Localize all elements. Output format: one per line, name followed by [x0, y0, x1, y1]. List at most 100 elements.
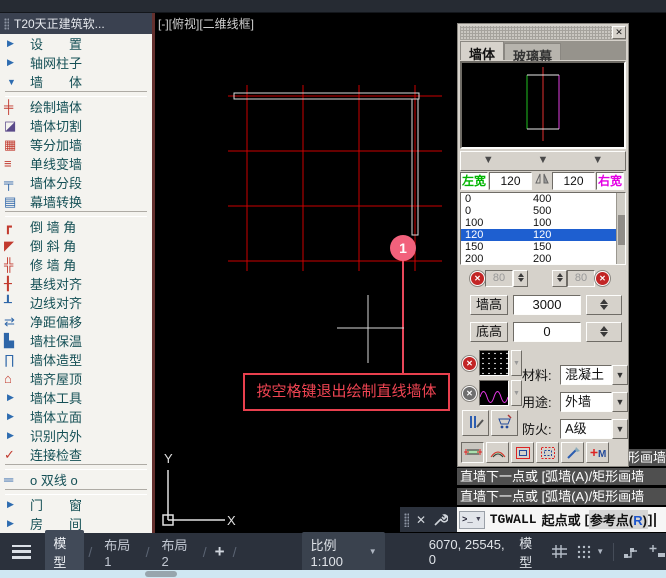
hatch-dropdown-icon[interactable]: ▼ [511, 350, 522, 377]
usage-dropdown-icon[interactable]: ▼ [612, 391, 628, 412]
dynamic-ucs-icon[interactable] [623, 544, 640, 559]
tab-wall[interactable]: 墙体 [460, 40, 505, 62]
material-dropdown-icon[interactable]: ▼ [612, 364, 628, 385]
close-icon[interactable]: ✕ [416, 513, 426, 527]
wall-style-button[interactable] [462, 410, 489, 437]
sidebar-item-label: 墙 体 [30, 75, 83, 90]
left-spin-value[interactable]: 80 [485, 270, 513, 288]
material-select[interactable]: 混凝土 [560, 364, 612, 385]
sidebar-item-wall-segment[interactable]: ╤ 墙体分段 [0, 173, 152, 192]
match-properties-button[interactable] [561, 441, 584, 463]
width-row[interactable]: 120 120 [461, 229, 625, 242]
center-align-dropdown-icon[interactable]: ▼ [538, 155, 549, 166]
pick-style-button[interactable] [491, 410, 518, 437]
customize-wrench-icon[interactable] [433, 512, 449, 527]
insulation-pattern-preview[interactable] [479, 380, 509, 407]
sidebar-item-wall-shape[interactable]: ∏ 墙体造型 [0, 350, 152, 369]
left-align-dropdown-icon[interactable]: ▼ [483, 155, 494, 166]
width-row[interactable]: 100 100 [461, 217, 625, 229]
base-height-spinner[interactable] [586, 321, 622, 342]
wall-height-spinner[interactable] [586, 294, 622, 315]
mirror-icon[interactable] [533, 172, 551, 190]
rect-wall-button[interactable] [511, 441, 534, 463]
sidebar-item-draw-wall[interactable]: ╪ 绘制墙体 [0, 97, 152, 116]
width-row[interactable]: 150 150 [461, 241, 625, 253]
chevron-down-icon[interactable]: ▼ [596, 547, 604, 556]
sidebar-title: T20天正建筑软... [14, 17, 105, 31]
sidebar-item-fix-corner[interactable]: ╬ 修 墙 角 [0, 255, 152, 274]
close-button[interactable]: ✕ [612, 26, 626, 39]
chevron-right-icon: ▶ [7, 38, 14, 48]
sidebar-item-curtain-convert[interactable]: ▤ 幕墙转换 [0, 192, 152, 211]
dynamic-input-icon[interactable] [649, 544, 666, 559]
scrollbar-thumb[interactable] [618, 215, 625, 246]
sidebar-item-edge-align[interactable]: ┸ 边线对齐 [0, 293, 152, 312]
sidebar-item-wall-elevation[interactable]: ▶ 墙体立面 [0, 407, 152, 426]
sidebar-title-bar[interactable]: T20天正建筑软... [0, 13, 152, 34]
step-marker[interactable]: 1 [390, 235, 416, 261]
sidebar-item-connection-check[interactable]: ✓ 连接检查 [0, 445, 152, 464]
width-row[interactable]: 0 400 [461, 193, 625, 205]
delete-left-width-icon[interactable]: ✕ [470, 271, 485, 287]
sidebar-item-wall-to-roof[interactable]: ⌂ 墙齐屋顶 [0, 369, 152, 388]
sidebar-item-wall[interactable]: ▼ 墙 体 [0, 72, 152, 91]
right-align-dropdown-icon[interactable]: ▼ [592, 155, 603, 166]
model-space-toggle[interactable]: 模型 [519, 533, 542, 571]
sidebar-item-wall-tools[interactable]: ▶ 墙体工具 [0, 388, 152, 407]
command-input[interactable]: >_ ▼ TGWALL 起点或 [ 参考点(R) ] [457, 507, 666, 532]
sidebar-item-clear-offset[interactable]: ⇄ 净距偏移 [0, 312, 152, 331]
width-row[interactable]: 0 500 [461, 205, 625, 217]
menu-hamburger-icon[interactable] [12, 544, 32, 559]
fire-rating-dropdown-icon[interactable]: ▼ [612, 418, 628, 439]
sidebar-item-baseline-align[interactable]: ╂ 基线对齐 [0, 274, 152, 293]
grid-display-icon[interactable] [551, 544, 568, 559]
right-spin-value[interactable]: 80 [567, 270, 595, 288]
clear-insulation-icon[interactable]: ✕ [462, 385, 477, 401]
tab-model[interactable]: 模型 [45, 529, 85, 574]
base-height-input[interactable]: 0 [513, 321, 581, 342]
rect-wall-alt-button[interactable] [536, 441, 559, 463]
new-layout-button[interactable]: + [211, 542, 229, 562]
straight-wall-button[interactable] [461, 441, 484, 463]
insulation-dropdown-icon[interactable]: ▼ [511, 380, 522, 407]
left-width-spinner[interactable] [513, 270, 528, 288]
ucs-y-label: Y [164, 451, 173, 466]
clear-hatch-icon[interactable]: ✕ [462, 355, 477, 371]
sidebar-item-door-window[interactable]: ▶ 门 窗 [0, 495, 152, 514]
right-width-cell: 150 [533, 241, 552, 254]
scale-control[interactable]: 比例 1:100 ▼ [302, 531, 385, 572]
grip-handle-icon[interactable] [404, 512, 409, 527]
panel-title-bar[interactable]: ✕ [460, 26, 626, 40]
width-row[interactable]: 200 200 [461, 253, 625, 264]
arc-wall-button[interactable] [486, 441, 509, 463]
tab-layout1[interactable]: 布局1 [96, 532, 141, 572]
sidebar-item-identify-inout[interactable]: ▶ 识别内外 [0, 426, 152, 445]
tab-curtain-wall[interactable]: 玻璃幕 [504, 42, 562, 64]
plus-m-button[interactable]: M [586, 441, 609, 463]
fire-rating-select[interactable]: A级 [560, 418, 612, 439]
sidebar-item-wall-insulation[interactable]: ▙ 墙柱保温 [0, 331, 152, 350]
chevron-right-icon: ▶ [7, 57, 14, 67]
sidebar-item-equal-add-wall[interactable]: ▦ 等分加墙 [0, 135, 152, 154]
usage-select[interactable]: 外墙 [560, 391, 612, 412]
sidebar-item-settings[interactable]: ▶ 设 置 [0, 34, 152, 53]
sidebar-item-fillet-wall[interactable]: ┏ 倒 墙 角 [0, 217, 152, 236]
right-width-spinner[interactable] [552, 270, 567, 288]
sidebar-item-double-line[interactable]: ═ o 双线 o [0, 470, 152, 489]
tab-layout2[interactable]: 布局2 [153, 532, 198, 572]
command-option-reference-point[interactable]: 参考点(R) [588, 510, 648, 529]
left-width-input[interactable]: 120 [489, 172, 532, 191]
delete-right-width-icon[interactable]: ✕ [595, 271, 610, 287]
sidebar-item-chamfer-wall[interactable]: ◤ 倒 斜 角 [0, 236, 152, 255]
list-scrollbar[interactable] [616, 193, 625, 265]
right-width-input[interactable]: 120 [552, 172, 595, 191]
wall-height-input[interactable]: 3000 [513, 294, 581, 315]
hatch-pattern-preview[interactable] [479, 350, 509, 377]
snap-mode-icon[interactable] [577, 545, 591, 559]
sidebar-item-wall-cut[interactable]: ◪ 墙体切割 [0, 116, 152, 135]
command-prompt-icon[interactable]: >_ ▼ [459, 510, 485, 529]
sidebar-item-line-to-wall[interactable]: ≡ 单线变墙 [0, 154, 152, 173]
sidebar-item-label: 等分加墙 [30, 138, 83, 153]
sidebar-item-axis-grid[interactable]: ▶ 轴网柱子 [0, 53, 152, 72]
width-list[interactable]: 0 400 0 500 100 100 120 120 150 150 200 200 [460, 192, 626, 266]
